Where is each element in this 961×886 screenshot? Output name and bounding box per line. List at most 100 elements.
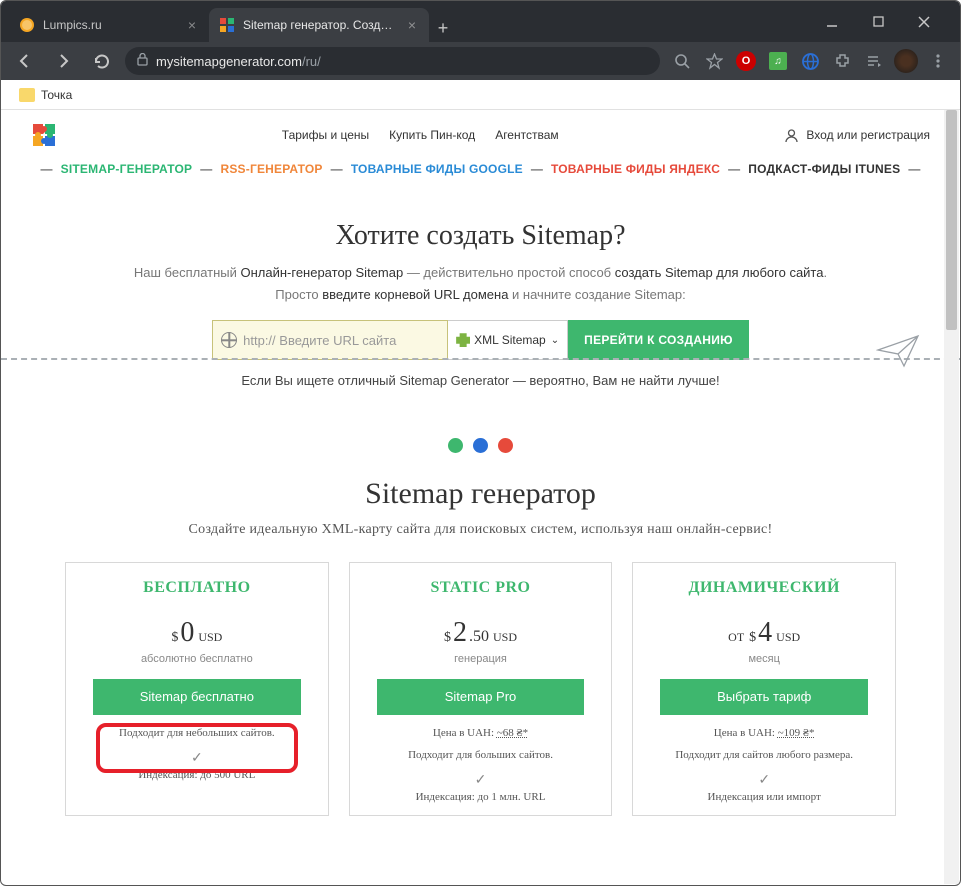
plan-desc: Подходит для сайтов любого размера. [675,749,853,761]
close-icon[interactable]: × [185,18,199,32]
puzzle-icon [456,333,470,347]
url-input[interactable] [243,333,439,348]
plan-price: ОТ$4USD [728,617,800,649]
hero-note: Если Вы ищете отличный Sitemap Generator… [41,370,920,392]
ext-opera-icon[interactable]: O [734,49,758,73]
ext-music-icon[interactable]: ♫ [766,49,790,73]
format-select[interactable]: XML Sitemap ⌄ [448,320,568,360]
plan-feature: Индексация или импорт [708,790,821,805]
site-logo[interactable] [31,122,57,148]
tab-strip: Lumpics.ru × Sitemap генератор. Создайте… [1,1,818,42]
url-text: mysitemapgenerator.com/ru/ [156,54,321,69]
address-bar: mysitemapgenerator.com/ru/ O ♫ [1,42,960,80]
plan-name: STATIC PRO [431,579,531,597]
reload-button[interactable] [87,47,115,75]
url-input-row: XML Sitemap ⌄ ПЕРЕЙТИ К СОЗДАНИЮ [41,320,920,360]
hero-text-2: Просто введите корневой URL домена и нач… [41,284,920,306]
tab-lumpics[interactable]: Lumpics.ru × [9,8,209,42]
pricing-plans: БЕСПЛАТНО $0USD абсолютно бесплатно Site… [1,542,960,816]
extensions-icon[interactable] [830,49,854,73]
folder-icon [19,88,35,102]
back-button[interactable] [11,47,39,75]
plan-name: БЕСПЛАТНО [143,579,250,597]
plan-name: ДИНАМИЧЕСКИЙ [688,579,839,597]
hero-text-1: Наш бесплатный Онлайн-генератор Sitemap … [41,262,920,284]
plan-dynamic: ДИНАМИЧЕСКИЙ ОТ$4USD месяц Выбрать тариф… [632,562,896,816]
dot-green[interactable] [448,438,463,453]
check-icon: ✓ [758,771,770,788]
globe-icon [221,332,237,348]
plan-static: STATIC PRO $2.50USD генерация Sitemap Pr… [349,562,613,816]
plan-feature: Индексация: до 1 млн. URL [416,790,546,805]
ext-globe-icon[interactable] [798,49,822,73]
window-controls [818,8,952,36]
plan-free: БЕСПЛАТНО $0USD абсолютно бесплатно Site… [65,562,329,816]
plan-tag: абсолютно бесплатно [141,653,253,665]
site-header: Тарифы и цены Купить Пин-код Агентствам … [1,110,960,156]
titlebar: Lumpics.ru × Sitemap генератор. Создайте… [1,1,960,42]
dot-red[interactable] [498,438,513,453]
check-icon: ✓ [475,771,487,788]
maximize-button[interactable] [864,8,892,36]
login-link[interactable]: Вход или регистрация [783,127,930,144]
minimize-button[interactable] [818,8,846,36]
forward-button[interactable] [49,47,77,75]
lock-icon [137,53,148,69]
bookmark-item[interactable]: Точка [13,85,78,105]
carousel-dots [1,402,960,477]
star-icon[interactable] [702,49,726,73]
chevron-down-icon: ⌄ [551,335,559,346]
dot-blue[interactable] [473,438,488,453]
bookmark-label: Точка [41,88,72,102]
plan-static-button[interactable]: Sitemap Pro [377,679,585,715]
tab-title: Lumpics.ru [43,18,179,32]
plan-feature: Индексация: до 500 URL [138,768,255,783]
plan-free-button[interactable]: Sitemap бесплатно [93,679,301,715]
sub-nav: — SITEMAP-ГЕНЕРАТОР — RSS-ГЕНЕРАТОР — ТО… [1,156,960,190]
select-label: XML Sitemap [474,333,546,347]
nav-pricing[interactable]: Тарифы и цены [282,128,369,142]
scrollbar-thumb[interactable] [946,110,957,330]
close-icon[interactable]: × [405,18,419,32]
plan-tag: месяц [748,653,779,665]
plan-price: $0USD [171,617,222,649]
generator-section: Sitemap генератор Создайте идеальную XML… [1,477,960,541]
menu-icon[interactable] [926,49,950,73]
browser-window: Lumpics.ru × Sitemap генератор. Создайте… [0,0,961,886]
scrollbar[interactable] [944,110,959,884]
page-viewport: Тарифы и цены Купить Пин-код Агентствам … [1,110,960,885]
subnav-sitemap[interactable]: SITEMAP-ГЕНЕРАТОР [61,162,193,176]
new-tab-button[interactable]: + [429,14,457,42]
login-label: Вход или регистрация [806,128,930,142]
subnav-yandex[interactable]: ТОВАРНЫЕ ФИДЫ ЯНДЕКС [551,162,720,176]
plan-price: $2.50USD [444,617,517,649]
close-button[interactable] [910,8,938,36]
go-button[interactable]: ПЕРЕЙТИ К СОЗДАНИЮ [568,320,749,360]
reading-list-icon[interactable] [862,49,886,73]
subnav-google[interactable]: ТОВАРНЫЕ ФИДЫ GOOGLE [351,162,523,176]
bookmarks-bar: Точка [1,80,960,110]
hero-title: Хотите создать Sitemap? [41,220,920,252]
check-icon: ✓ [191,749,203,766]
subnav-rss[interactable]: RSS-ГЕНЕРАТОР [220,162,322,176]
plan-tag: генерация [454,653,507,665]
nav-agency[interactable]: Агентствам [495,128,558,142]
search-zoom-icon[interactable] [670,49,694,73]
subnav-itunes[interactable]: ПОДКАСТ-ФИДЫ ITUNES [748,162,900,176]
toolbar-icons: O ♫ [670,49,950,73]
plan-dynamic-button[interactable]: Выбрать тариф [660,679,868,715]
hero: Хотите создать Sitemap? Наш бесплатный О… [1,190,960,402]
plan-uah: Цена в UAH: ~109 ₴* [714,727,815,739]
profile-avatar[interactable] [894,49,918,73]
tab-sitemap[interactable]: Sitemap генератор. Создайте X × [209,8,429,42]
plan-desc: Подходит для небольших сайтов. [119,727,275,739]
header-nav: Тарифы и цены Купить Пин-код Агентствам [57,128,783,142]
user-icon [783,127,800,144]
generator-title: Sitemap генератор [41,477,920,511]
url-input-wrapper [212,320,448,360]
plan-uah: Цена в UAH: ~68 ₴* [433,727,528,739]
plan-desc: Подходит для больших сайтов. [408,749,553,761]
generator-subtitle: Создайте идеальную XML-карту сайта для п… [41,519,920,541]
url-field[interactable]: mysitemapgenerator.com/ru/ [125,47,660,75]
nav-pin[interactable]: Купить Пин-код [389,128,475,142]
